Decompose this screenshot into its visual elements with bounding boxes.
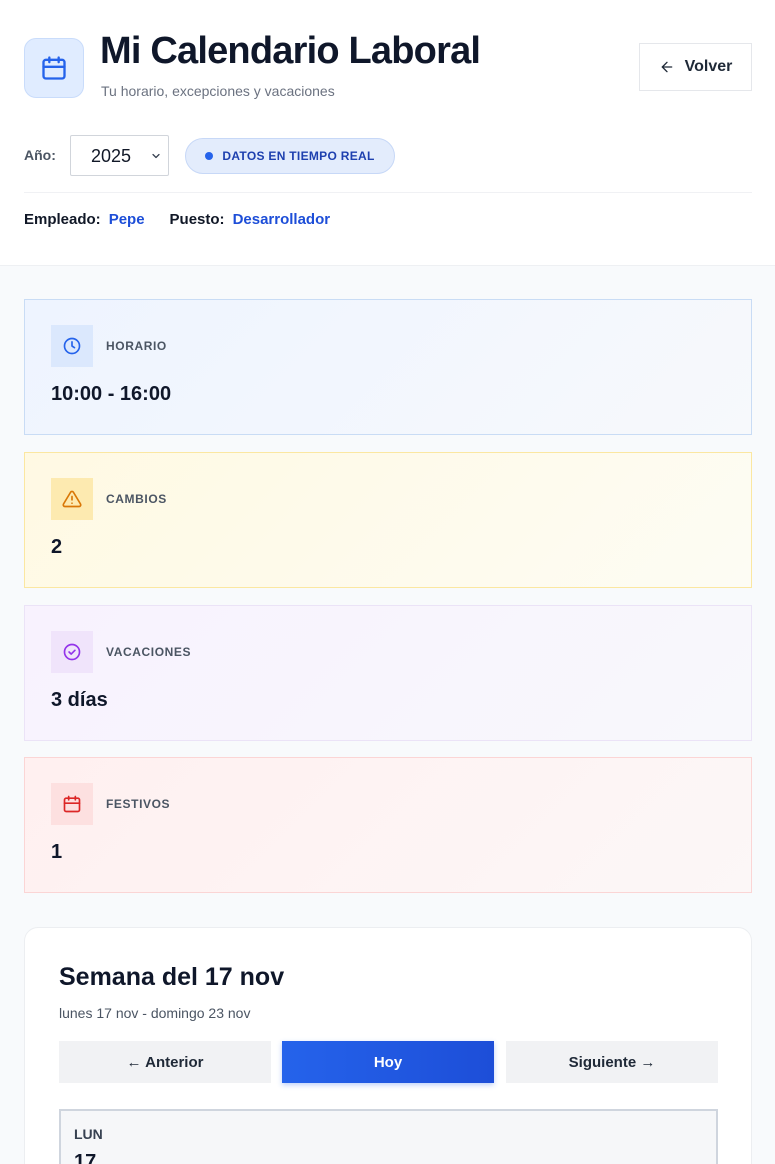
card-label: HORARIO (106, 339, 167, 353)
week-range: lunes 17 nov - domingo 23 nov (59, 1005, 251, 1021)
back-button[interactable]: Volver (639, 43, 752, 91)
check-circle-icon (51, 631, 93, 673)
chevron-down-icon (152, 153, 160, 159)
vacations-card: VACACIONES 3 días (24, 605, 752, 741)
day-name: LUN (74, 1126, 103, 1142)
employee-name: Pepe (108, 211, 145, 228)
day-number: 17 (74, 1151, 97, 1164)
holidays-card: FESTIVOS 1 (24, 757, 752, 893)
card-label: CAMBIOS (106, 492, 167, 506)
position-name: Desarrollador (232, 211, 331, 228)
position-label: Puesto: (169, 211, 225, 228)
status-dot-icon (205, 152, 214, 160)
today-button[interactable]: Hoy (282, 1041, 494, 1083)
next-week-button[interactable]: Siguiente → (506, 1041, 718, 1083)
year-select[interactable]: 2025 (70, 135, 169, 176)
back-button-label: Volver (684, 58, 733, 75)
card-label: VACACIONES (106, 645, 192, 659)
card-value: 1 (51, 841, 63, 863)
previous-week-button[interactable]: ← Anterior (59, 1041, 271, 1083)
page-title: Mi Calendario Laboral (100, 30, 481, 72)
realtime-badge-label: DATOS EN TIEMPO REAL (222, 149, 375, 163)
card-label: FESTIVOS (106, 797, 171, 811)
card-value: 10:00 - 16:00 (51, 383, 172, 405)
calendar-icon (24, 38, 84, 98)
week-title: Semana del 17 nov (59, 963, 285, 991)
year-value: 2025 (91, 146, 132, 166)
realtime-badge: DATOS EN TIEMPO REAL (185, 138, 395, 174)
arrow-left-icon (661, 61, 672, 73)
employee-info: Empleado: Pepe Puesto: Desarrollador (24, 211, 355, 228)
divider (24, 192, 752, 193)
calendar-icon (51, 783, 93, 825)
employee-label: Empleado: (24, 211, 101, 228)
schedule-card: HORARIO 10:00 - 16:00 (24, 299, 752, 435)
page-subtitle: Tu horario, excepciones y vacaciones (101, 83, 335, 99)
card-value: 2 (51, 536, 63, 558)
page-header: Mi Calendario Laboral Tu horario, excepc… (0, 0, 775, 266)
year-label: Año: (24, 147, 56, 163)
clock-icon (51, 325, 93, 367)
week-panel: Semana del 17 nov lunes 17 nov - domingo… (24, 927, 752, 1164)
warning-icon (51, 478, 93, 520)
changes-card: CAMBIOS 2 (24, 452, 752, 588)
day-cell[interactable]: LUN 17 (59, 1109, 718, 1164)
card-value: 3 días (51, 689, 108, 711)
